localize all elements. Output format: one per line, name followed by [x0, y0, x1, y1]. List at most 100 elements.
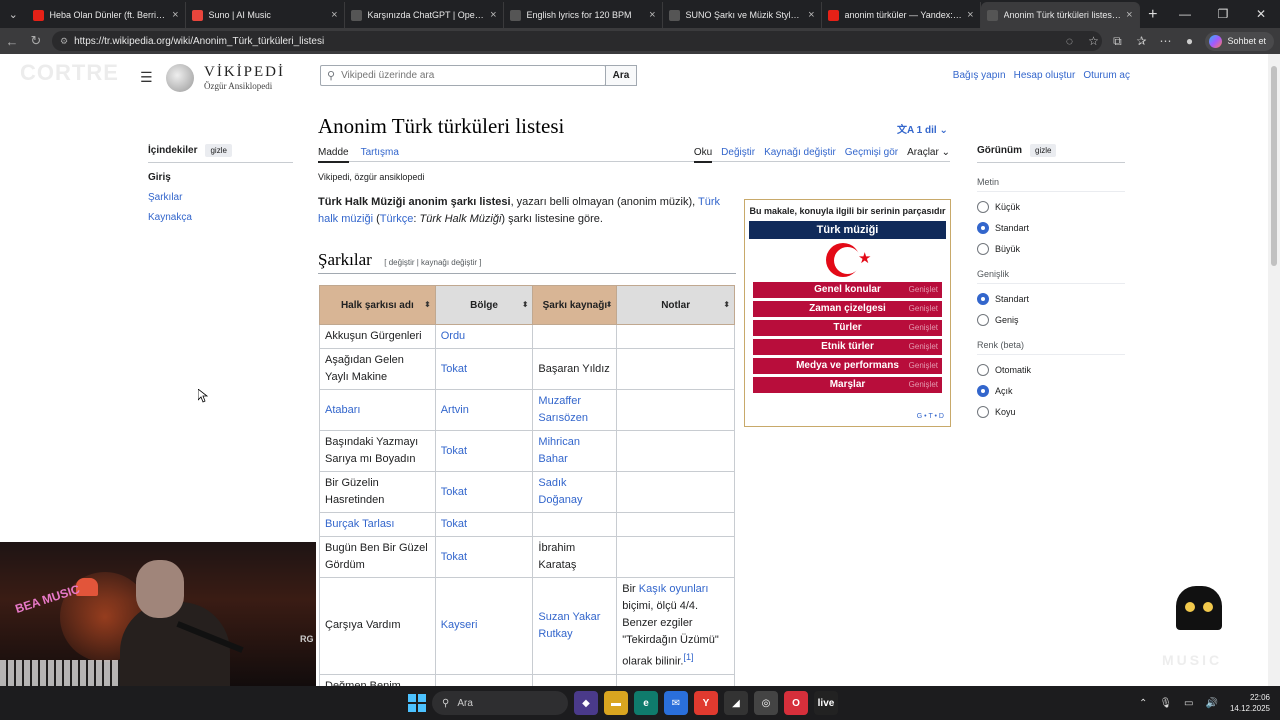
browser-tab[interactable]: English lyrics for 120 BPM × [504, 2, 663, 28]
app-icon[interactable]: ◢ [724, 691, 748, 715]
tools-menu[interactable]: Araçlar ⌄ [907, 147, 950, 163]
text-size-option[interactable]: Küçük [977, 201, 1125, 213]
color-theme-option[interactable]: Açık [977, 385, 1125, 397]
radio-button[interactable] [977, 201, 989, 213]
toc-hide-button[interactable]: gizle [205, 144, 232, 157]
cell-source[interactable]: Suzan Yakar Rutkay [532, 577, 618, 675]
column-header-region[interactable]: Bölge ⬍ [434, 285, 534, 325]
volume-icon[interactable]: 🔊 [1206, 698, 1218, 709]
edge-browser-icon[interactable]: e [634, 691, 658, 715]
appearance-hide-button[interactable]: gizle [1030, 144, 1057, 157]
close-tab-icon[interactable]: × [1126, 9, 1132, 21]
color-theme-option[interactable]: Otomatik [977, 364, 1125, 376]
read-aloud-icon[interactable]: ◌ [1057, 34, 1081, 48]
toc-item-intro[interactable]: Giriş [148, 172, 293, 183]
expand-link[interactable]: Genişlet [909, 377, 938, 393]
browser-tab[interactable]: Karşınızda ChatGPT | OpenAI × [345, 2, 504, 28]
search-button[interactable]: Ara [605, 65, 637, 86]
cell-region[interactable]: Artvin [434, 389, 534, 431]
minimize-icon[interactable]: — [1166, 7, 1204, 21]
expand-link[interactable]: Genişlet [909, 282, 938, 298]
expand-link[interactable]: Genişlet [909, 301, 938, 317]
browser-tab[interactable]: Suno | AI Music × [186, 2, 345, 28]
text-size-option[interactable]: Standart [977, 222, 1125, 234]
close-window-icon[interactable]: ✕ [1242, 7, 1280, 21]
radio-button[interactable] [977, 406, 989, 418]
main-menu-icon[interactable]: ☰ [140, 69, 153, 86]
start-button[interactable] [408, 694, 426, 712]
column-header-name[interactable]: Halk şarkısı adı ⬍ [319, 285, 436, 325]
cell-song-name[interactable]: Atabarı [319, 389, 436, 431]
file-explorer-icon[interactable]: ▬ [604, 691, 628, 715]
clock[interactable]: 22:06 14.12.2025 [1230, 692, 1270, 714]
live-app-icon[interactable]: live [814, 691, 838, 715]
page-scrollbar[interactable] [1268, 54, 1280, 686]
donate-link[interactable]: Bağış yapın [953, 70, 1006, 81]
link-kasik-oyunlari[interactable]: Kaşık oyunları [639, 583, 709, 595]
navbox-row[interactable]: Türler Genişlet [753, 320, 942, 336]
language-button[interactable]: 文A 1 dil ⌄ [897, 121, 948, 136]
navbox-footer-links[interactable]: G • T • D [917, 413, 944, 420]
sort-icon[interactable]: ⬍ [424, 300, 431, 309]
cell-region[interactable]: Tokat [434, 471, 534, 513]
browser-tab[interactable]: SUNO Şarkı ve Müzik Style Promp× [663, 2, 822, 28]
cell-song-name[interactable]: Burçak Tarlası [319, 512, 436, 537]
search-input[interactable] [341, 70, 592, 81]
navbox-row[interactable]: Zaman çizelgesi Genişlet [753, 301, 942, 317]
cell-region[interactable]: Tokat [434, 673, 534, 686]
tab-actions-icon[interactable]: ⌄ [0, 0, 27, 28]
favorite-star-icon[interactable]: ☆ [1081, 34, 1105, 48]
tab-edit[interactable]: Değiştir [721, 147, 755, 163]
scrollbar-thumb[interactable] [1271, 66, 1277, 266]
back-icon[interactable]: ← [0, 34, 24, 49]
browser-tab[interactable]: anonim türküler — Yandex: 12 bin× [822, 2, 981, 28]
mail-icon[interactable]: ✉ [664, 691, 688, 715]
toc-item-songs[interactable]: Şarkılar [148, 192, 293, 203]
tab-article[interactable]: Madde [318, 147, 349, 163]
new-tab-button[interactable]: + [1140, 2, 1167, 28]
cell-region[interactable]: Kayseri [434, 577, 534, 675]
more-menu-icon[interactable]: ⋯ [1153, 34, 1177, 48]
cell-region[interactable]: Tokat [434, 512, 534, 537]
sort-icon[interactable]: ⬍ [723, 300, 730, 309]
cell-source[interactable]: Mihrican Bahar [532, 430, 618, 472]
expand-link[interactable]: Genişlet [909, 339, 938, 355]
radio-button[interactable] [977, 222, 989, 234]
navbox-row[interactable]: Genel konular Genişlet [753, 282, 942, 298]
close-tab-icon[interactable]: × [172, 9, 178, 21]
text-size-option[interactable]: Büyük [977, 243, 1125, 255]
close-tab-icon[interactable]: × [649, 9, 655, 21]
navbox-row[interactable]: Medya ve performans Genişlet [753, 358, 942, 374]
radio-button[interactable] [977, 314, 989, 326]
link-turkce[interactable]: Türkçe [380, 213, 414, 225]
favorites-icon[interactable]: ✰ [1129, 34, 1153, 48]
cell-region[interactable]: Tokat [434, 348, 534, 390]
close-tab-icon[interactable]: × [967, 9, 973, 21]
cell-source[interactable]: Sadık Doğanay [532, 471, 618, 513]
chevron-up-icon[interactable]: ⌃ [1139, 698, 1147, 709]
network-icon[interactable]: ▭ [1184, 698, 1193, 709]
copilot-chat-button[interactable]: Sohbet et [1205, 31, 1274, 51]
create-account-link[interactable]: Hesap oluştur [1014, 70, 1076, 81]
cell-region[interactable]: Tokat [434, 536, 534, 578]
site-info-icon[interactable]: ⚙ [60, 36, 68, 47]
url-field[interactable]: ⚙ https://tr.wikipedia.org/wiki/Anonim_T… [52, 31, 1102, 51]
app-icon[interactable]: ◎ [754, 691, 778, 715]
reload-icon[interactable]: ↻ [24, 33, 48, 49]
navbox-row[interactable]: Etnik türler Genişlet [753, 339, 942, 355]
browser-tab[interactable]: Anonim Türk türküleri listesi - Vik × [980, 2, 1140, 28]
radio-button[interactable] [977, 364, 989, 376]
radio-button[interactable] [977, 243, 989, 255]
tab-edit-source[interactable]: Kaynağı değiştir [764, 147, 836, 163]
section-edit-links[interactable]: [ değiştir | kaynağı değiştir ] [384, 258, 481, 267]
cell-region[interactable]: Tokat [434, 430, 534, 472]
extensions-icon[interactable]: ⧉ [1105, 34, 1129, 49]
tab-read[interactable]: Oku [693, 147, 713, 163]
profile-avatar[interactable]: ● [1177, 34, 1201, 48]
close-tab-icon[interactable]: × [808, 9, 814, 21]
expand-link[interactable]: Genişlet [909, 358, 938, 374]
close-tab-icon[interactable]: × [331, 9, 337, 21]
radio-button[interactable] [977, 385, 989, 397]
width-option[interactable]: Standart [977, 293, 1125, 305]
color-theme-option[interactable]: Koyu [977, 406, 1125, 418]
